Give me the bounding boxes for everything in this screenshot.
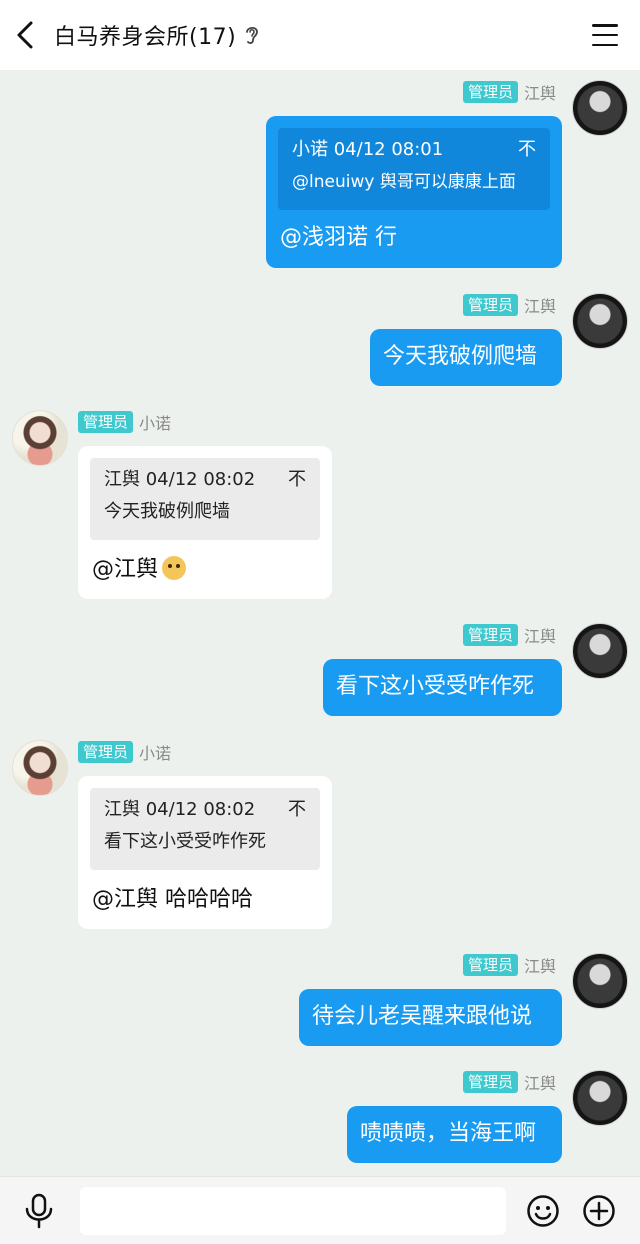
message-meta: 管理员 小诺: [78, 740, 171, 764]
message-input[interactable]: [80, 1187, 506, 1235]
message-text: @江舆 哈哈哈哈: [92, 887, 253, 912]
quoted-message[interactable]: 江舆 04/12 08:02 不 看下这小受受咋作死: [90, 788, 320, 870]
message-meta: 管理员 江舆: [462, 953, 556, 977]
admin-badge: 管理员: [462, 954, 518, 976]
message-bubble[interactable]: 小诺 04/12 08:01 不 @lneuiwy 舆哥可以康康上面 @浅羽诺 …: [266, 116, 562, 268]
plus-icon: [583, 1195, 615, 1227]
message-bubble[interactable]: 看下这小受受咋作死: [323, 659, 562, 716]
sender-name: 小诺: [139, 744, 172, 763]
quote-body: 看下这小受受咋作死: [104, 831, 266, 852]
menu-icon-line: [592, 33, 618, 37]
admin-badge: 管理员: [78, 741, 134, 763]
sender-name: 江舆: [523, 297, 556, 316]
quoted-message[interactable]: 小诺 04/12 08:01 不 @lneuiwy 舆哥可以康康上面: [278, 128, 550, 210]
quote-header: 江舆 04/12 08:02: [104, 469, 256, 490]
message-meta: 管理员 小诺: [78, 410, 171, 434]
message-text: 今天我破例爬墙: [383, 344, 538, 369]
admin-badge: 管理员: [462, 624, 518, 646]
admin-badge: 管理员: [462, 294, 518, 316]
message-bubble[interactable]: 江舆 04/12 08:02 不 今天我破例爬墙 @江舆: [78, 446, 332, 599]
sender-name: 江舆: [523, 957, 556, 976]
dog-emoji-icon: [162, 556, 187, 580]
menu-icon-line: [592, 43, 618, 46]
chat-header: 白马养身会所(17): [0, 0, 640, 70]
quote-pin: 不: [518, 139, 536, 160]
admin-badge: 管理员: [462, 1071, 518, 1093]
menu-button[interactable]: [592, 22, 618, 48]
quoted-message[interactable]: 江舆 04/12 08:02 不 今天我破例爬墙: [90, 458, 320, 540]
message-meta: 管理员 江舆: [462, 293, 556, 317]
sender-name: 江舆: [523, 1074, 556, 1093]
avatar[interactable]: [12, 740, 68, 796]
message-meta: 管理员 江舆: [462, 1070, 556, 1094]
ear-icon: [244, 24, 260, 46]
back-button[interactable]: [0, 0, 54, 70]
voice-button[interactable]: [22, 1193, 56, 1229]
message-text: @浅羽诺 行: [280, 225, 397, 250]
message-bubble[interactable]: 今天我破例爬墙: [370, 329, 562, 386]
quote-pin: 不: [288, 799, 306, 820]
avatar[interactable]: [572, 953, 628, 1009]
avatar[interactable]: [12, 410, 68, 466]
emoji-icon: [527, 1195, 559, 1227]
sender-name: 江舆: [523, 84, 556, 103]
quote-header: 江舆 04/12 08:02: [104, 799, 256, 820]
more-button[interactable]: [582, 1194, 616, 1228]
sender-name: 小诺: [139, 414, 172, 433]
message-text-content: @江舆: [92, 557, 159, 582]
avatar[interactable]: [572, 293, 628, 349]
message-text: 啧啧啧，当海王啊: [360, 1121, 537, 1146]
message-meta: 管理员 江舆: [462, 623, 556, 647]
message-text: 看下这小受受咋作死: [336, 674, 535, 699]
quote-header: 小诺 04/12 08:01: [292, 139, 444, 160]
quote-body: 今天我破例爬墙: [104, 501, 230, 522]
input-bar: [0, 1176, 640, 1244]
emoji-button[interactable]: [526, 1194, 560, 1228]
group-title[interactable]: 白马养身会所(17): [54, 19, 236, 51]
message-text: @江舆: [92, 555, 187, 585]
admin-badge: 管理员: [78, 411, 134, 433]
message-bubble[interactable]: 待会儿老吴醒来跟他说: [299, 989, 562, 1046]
quote-body: @lneuiwy 舆哥可以康康上面: [292, 172, 516, 192]
sender-name: 江舆: [523, 627, 556, 646]
quote-pin: 不: [288, 469, 306, 490]
back-arrow-icon: [17, 21, 33, 49]
avatar[interactable]: [572, 80, 628, 136]
message-list[interactable]: 管理员 江舆 小诺 04/12 08:01 不 @lneuiwy 舆哥可以康康上…: [0, 70, 640, 1176]
message-bubble[interactable]: 啧啧啧，当海王啊: [347, 1106, 562, 1163]
avatar[interactable]: [572, 623, 628, 679]
message-text: 待会儿老吴醒来跟他说: [312, 1004, 533, 1029]
admin-badge: 管理员: [462, 81, 518, 103]
microphone-icon: [25, 1193, 53, 1229]
message-meta: 管理员 江舆: [462, 80, 556, 104]
menu-icon-line: [592, 24, 618, 27]
message-bubble[interactable]: 江舆 04/12 08:02 不 看下这小受受咋作死 @江舆 哈哈哈哈: [78, 776, 332, 929]
avatar[interactable]: [572, 1070, 628, 1126]
